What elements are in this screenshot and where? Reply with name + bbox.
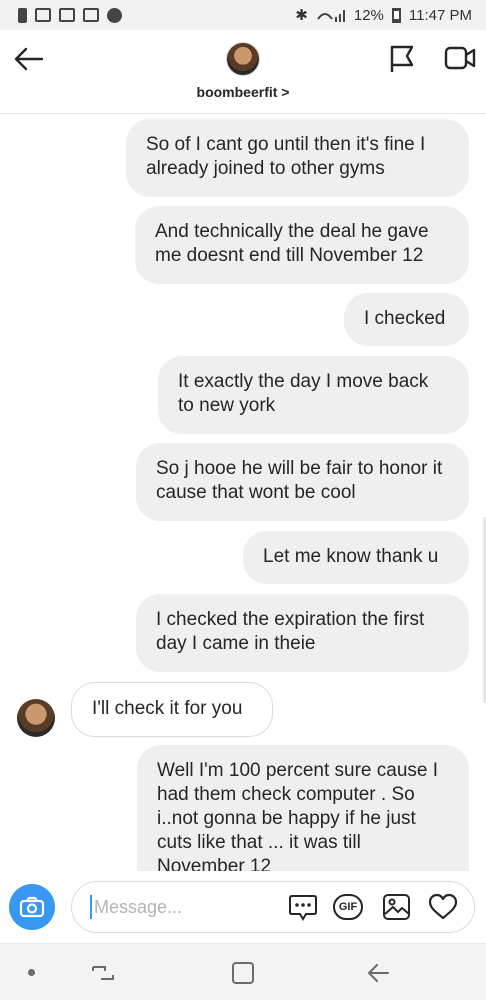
camera-notification-icon (59, 8, 75, 22)
sender-avatar[interactable] (17, 699, 55, 737)
alert-icon (18, 7, 27, 23)
system-navigation-bar (0, 943, 486, 1000)
camera-icon (19, 896, 45, 918)
message-bubble-outgoing[interactable]: I checked (344, 293, 469, 346)
message-input[interactable] (90, 895, 270, 919)
gallery-notification-icon (83, 8, 99, 22)
message-bubble-outgoing[interactable]: I checked the expiration the first day I… (136, 594, 469, 672)
camera-button[interactable] (9, 884, 55, 930)
message-bubble-outgoing[interactable]: Well I'm 100 percent sure cause I had th… (137, 745, 469, 871)
gif-label: GIF (338, 901, 358, 913)
header-avatar[interactable] (226, 42, 260, 76)
recent-apps-icon[interactable] (90, 962, 116, 984)
status-notifications (18, 7, 122, 23)
gallery-icon[interactable] (382, 893, 412, 921)
bluetooth-icon: ✱ (295, 7, 308, 24)
conversation-header: boombeerfit > (0, 30, 486, 114)
voicemail-icon (35, 8, 51, 22)
status-time: 11:47 PM (408, 6, 472, 24)
message-bubble-outgoing[interactable]: Let me know thank u (243, 531, 469, 584)
message-thread[interactable]: So of I cant go until then it's fine I a… (0, 115, 486, 871)
nav-dot-icon[interactable] (28, 969, 35, 976)
flag-icon[interactable] (388, 44, 416, 74)
back-arrow-icon[interactable] (12, 42, 46, 76)
gif-button[interactable]: GIF (333, 894, 363, 920)
nav-back-icon[interactable] (366, 962, 390, 984)
battery-percent: 12% (353, 6, 384, 24)
message-bubble-outgoing[interactable]: So of I cant go until then it's fine I a… (126, 119, 469, 197)
message-bubble-incoming[interactable]: I'll check it for you (71, 682, 273, 737)
plus-notification-icon (107, 7, 122, 23)
message-bubble-outgoing[interactable]: And technically the deal he gave me does… (135, 206, 469, 284)
message-composer: GIF (0, 871, 486, 943)
header-username-link[interactable]: boombeerfit > (0, 84, 486, 100)
heart-icon[interactable] (428, 893, 458, 921)
home-icon[interactable] (232, 962, 254, 984)
chevron-right-icon: > (281, 84, 290, 100)
header-username: boombeerfit (196, 84, 278, 100)
sticker-icon[interactable] (288, 893, 318, 921)
video-call-icon[interactable] (444, 44, 476, 72)
status-bar: ✱ 12% 11:47 PM (0, 0, 486, 30)
status-system: ✱ 12% 11:47 PM (295, 6, 472, 25)
signal-icon (317, 10, 345, 22)
message-bubble-outgoing[interactable]: So j hooe he will be fair to honor it ca… (136, 443, 469, 521)
message-bubble-outgoing[interactable]: It exactly the day I move back to new yo… (158, 356, 469, 434)
battery-icon (391, 7, 401, 23)
